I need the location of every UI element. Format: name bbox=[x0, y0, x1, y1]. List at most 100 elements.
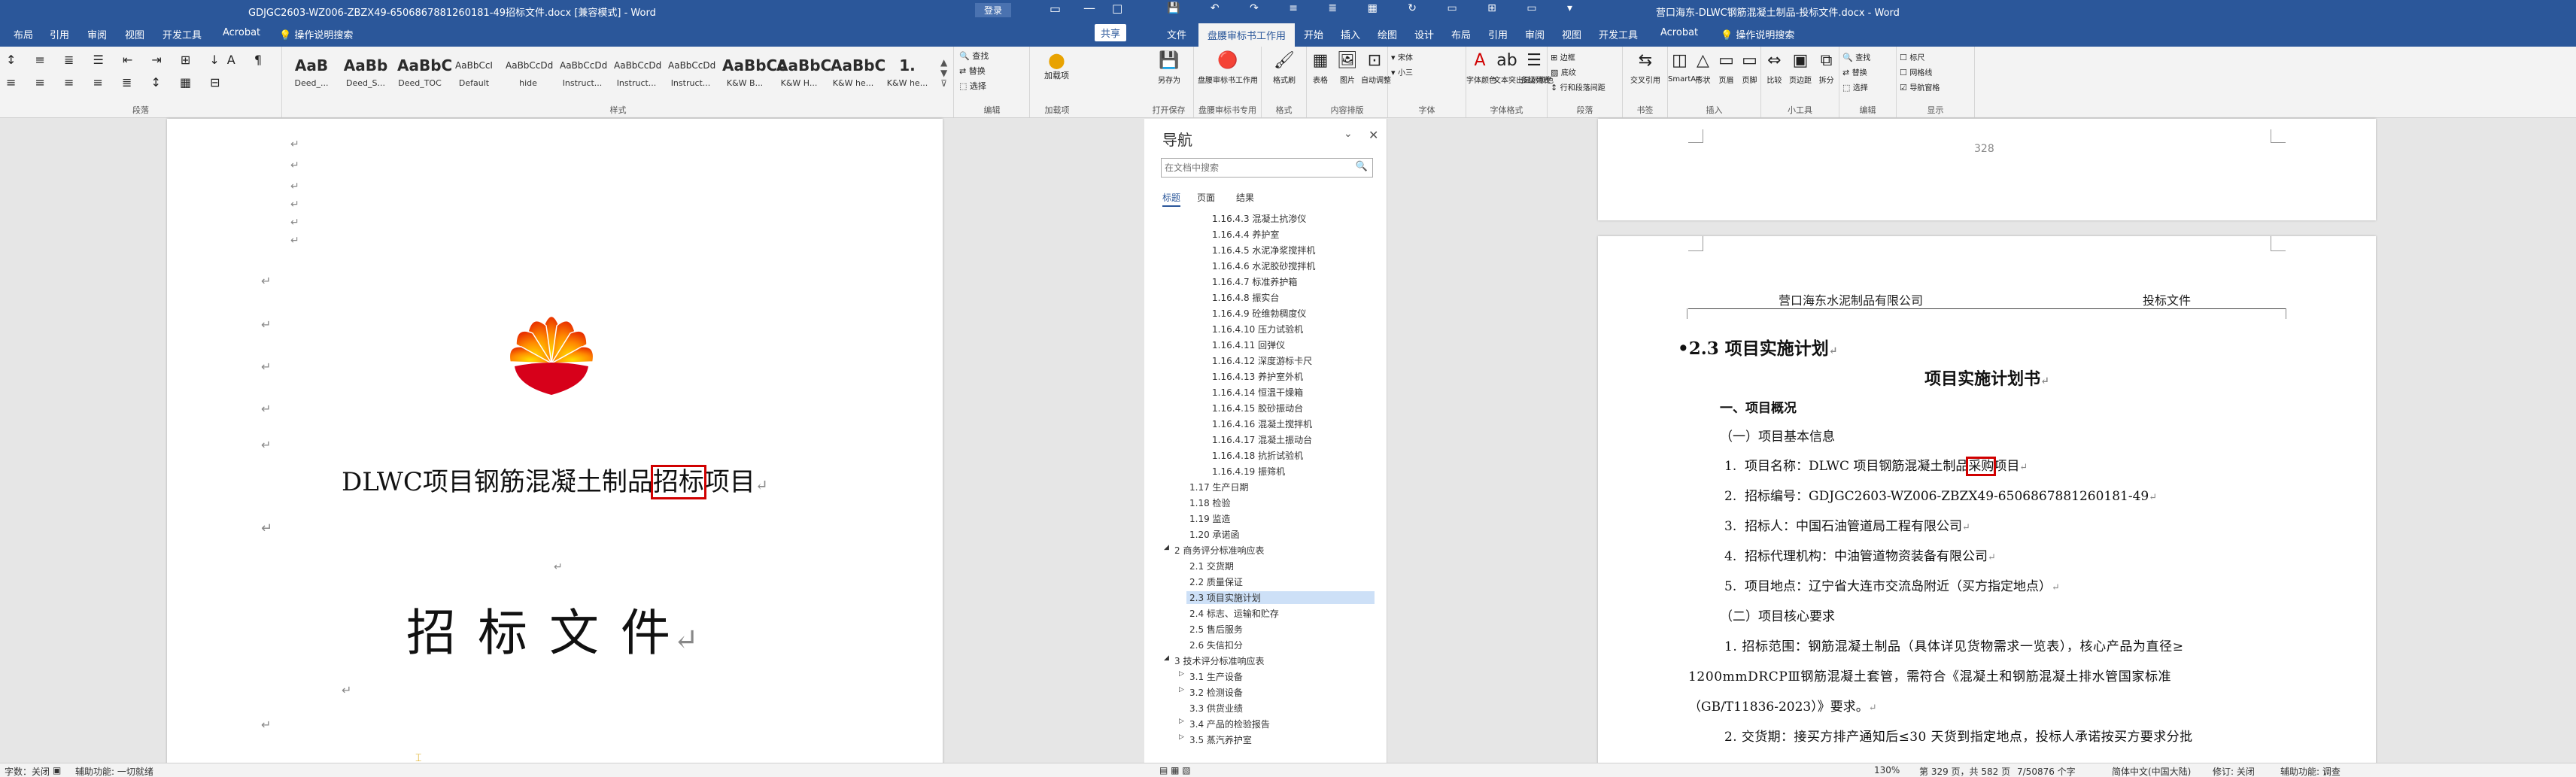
maximize-icon[interactable]: □ bbox=[1112, 2, 1122, 15]
expand-chevron-icon[interactable]: ◢ bbox=[1164, 654, 1169, 662]
nav-search-box[interactable]: 🔍 bbox=[1161, 158, 1373, 178]
tab-custom-review[interactable]: 盘腰审标书工作用 bbox=[1198, 23, 1296, 47]
char-count-status[interactable]: 7/50876 个字 bbox=[2017, 765, 2076, 777]
tab-acrobat[interactable]: Acrobat bbox=[1656, 27, 1703, 38]
ribbon-button[interactable]: ▨ 底纹 bbox=[1551, 66, 1576, 77]
nav-heading-item[interactable]: 1.16.4.12 深度游标卡尺 bbox=[1212, 354, 1312, 367]
styles-more-icon[interactable]: ▲ ▼ ⊽ bbox=[940, 57, 947, 89]
nav-search-input[interactable] bbox=[1165, 159, 1345, 176]
ribbon-button[interactable]: ⇄ 替换 bbox=[1842, 66, 1867, 77]
ribbon-button[interactable]: ▭ 页眉 bbox=[1715, 51, 1738, 85]
proofing-icon[interactable]: ▣ bbox=[53, 765, 61, 775]
tab-layout[interactable]: 布局 bbox=[1447, 27, 1475, 41]
tab-home[interactable]: 开始 bbox=[1299, 27, 1328, 41]
ribbon-button[interactable]: ☑ 导航窗格 bbox=[1900, 81, 1940, 93]
nav-heading-item[interactable]: 1.16.4.11 回弹仪 bbox=[1212, 338, 1285, 351]
tab-draw[interactable]: 绘图 bbox=[1373, 27, 1402, 41]
ribbon-button[interactable]: ☐ 标尺 bbox=[1900, 51, 1924, 62]
search-icon[interactable]: 🔍 bbox=[1356, 161, 1368, 172]
ribbon-button[interactable]: ▾ 宋体 bbox=[1391, 51, 1413, 62]
tab-view[interactable]: 视图 bbox=[1557, 27, 1586, 41]
tab-review[interactable]: 审阅 bbox=[83, 27, 111, 41]
zoom-level[interactable]: 130% bbox=[1874, 765, 1900, 775]
track-changes-status[interactable]: 修订: 关闭 bbox=[2213, 765, 2255, 777]
ribbon-button[interactable]: 🖌 格式刷 bbox=[1262, 51, 1307, 85]
tell-me-search[interactable]: 💡 操作说明搜索 bbox=[1716, 27, 1799, 41]
tab-file[interactable]: 文件 bbox=[1162, 27, 1191, 41]
word-count-status[interactable]: 字数：关闭 bbox=[5, 765, 50, 777]
ribbon-button[interactable]: ⧉ 拆分 bbox=[1813, 51, 1839, 85]
ribbon-button[interactable]: 🖼 图片 bbox=[1334, 51, 1361, 85]
nav-heading-item[interactable]: 1.19 监造 bbox=[1189, 512, 1231, 525]
nav-heading-item[interactable]: 1.16.4.6 水泥胶砂搅拌机 bbox=[1212, 260, 1315, 272]
accessibility-status[interactable]: 辅助功能: 一切就绪 bbox=[75, 765, 153, 777]
accessibility-status[interactable]: 辅助功能: 调查 bbox=[2280, 765, 2341, 777]
style-gallery-item[interactable]: AaBbCcDd hide bbox=[506, 53, 553, 99]
ribbon-button[interactable]: ☐ 网格线 bbox=[1900, 66, 1932, 77]
nav-heading-item[interactable]: 2.2 质量保证 bbox=[1189, 575, 1243, 588]
ribbon-button[interactable]: ⬚ 选择 bbox=[1842, 81, 1868, 93]
nav-heading-item[interactable]: 1.16.4.5 水泥净浆搅拌机 bbox=[1212, 244, 1315, 256]
nav-heading-item[interactable]: 1.16.4.9 砼维勃稠度仪 bbox=[1212, 307, 1306, 320]
style-gallery-item[interactable]: AaBbCcI Default bbox=[451, 53, 497, 99]
nav-close-icon[interactable]: ✕ bbox=[1368, 128, 1378, 142]
nav-heading-item[interactable]: 1.16.4.4 养护室 bbox=[1212, 228, 1279, 241]
ribbon-button[interactable]: 💾 另存为 bbox=[1144, 51, 1194, 85]
ribbon-button[interactable]: A 字体颜色 bbox=[1466, 51, 1496, 85]
addin-button[interactable]: ⬤ 加载项 bbox=[1044, 51, 1069, 81]
replace-button[interactable]: ⇄ 替换 bbox=[959, 65, 986, 77]
style-gallery-item[interactable]: AaBbCcDd Instruct... bbox=[614, 53, 661, 99]
expand-chevron-icon[interactable]: ▷ bbox=[1179, 670, 1184, 678]
nav-heading-item[interactable]: 2.4 标志、运输和贮存 bbox=[1189, 607, 1279, 620]
ribbon-button[interactable]: ▦ 表格 bbox=[1307, 51, 1334, 85]
style-gallery-item[interactable]: 1. K&W he... bbox=[885, 53, 930, 99]
ribbon-button[interactable]: ⊞ 边框 bbox=[1551, 51, 1575, 62]
nav-heading-item[interactable]: 3 技术评分标准响应表 bbox=[1174, 654, 1264, 667]
select-button[interactable]: ⬚ 选择 bbox=[959, 80, 986, 92]
tell-me-search[interactable]: 💡 操作说明搜索 bbox=[275, 27, 357, 41]
nav-heading-item[interactable]: 3.4 产品的检验报告 bbox=[1189, 718, 1270, 730]
expand-chevron-icon[interactable]: ▷ bbox=[1179, 686, 1184, 694]
ribbon-button[interactable]: ▾ 小三 bbox=[1391, 66, 1413, 77]
ribbon-button[interactable]: ab 文本突出显示颜色 bbox=[1493, 51, 1554, 85]
paragraph-tools-row1[interactable]: ↕ ≡ ≣ ☰ ⇤ ⇥ ⊞ ↓A ¶ bbox=[6, 53, 269, 67]
expand-chevron-icon[interactable]: ▷ bbox=[1179, 733, 1184, 741]
nav-heading-item[interactable]: 1.16.4.17 混凝土振动台 bbox=[1212, 433, 1312, 446]
ribbon-button[interactable]: 🔍 查找 bbox=[1842, 51, 1870, 62]
nav-heading-item[interactable]: 1.16.4.13 养护室外机 bbox=[1212, 370, 1303, 383]
nav-heading-item[interactable]: 1.16.4.7 标准养护箱 bbox=[1212, 275, 1297, 288]
nav-heading-item[interactable]: 2.1 交货期 bbox=[1189, 560, 1234, 572]
nav-tab-headings[interactable]: 标题 bbox=[1162, 191, 1181, 207]
share-button[interactable]: 共享 bbox=[1095, 24, 1127, 41]
quick-access-toolbar[interactable]: 💾 ↶ ↷ ≡ ≣ ▦ ↻ ▭ ⊞ ▭ ▾ bbox=[1167, 2, 1586, 14]
nav-options-icon[interactable]: ⌄ bbox=[1344, 128, 1353, 140]
left-document-page[interactable]: ↵ ↵ ↵ ↵ ↵ ↵ ↵ ↵ ↵ ↵ ↵ DLWC项目钢筋混凝土制品招标项目↵… bbox=[167, 119, 943, 766]
tab-design[interactable]: 设计 bbox=[1410, 27, 1438, 41]
nav-heading-item[interactable]: 1.16.4.14 恒温干燥箱 bbox=[1212, 386, 1303, 399]
nav-tab-pages[interactable]: 页面 bbox=[1197, 191, 1215, 204]
expand-chevron-icon[interactable]: ▷ bbox=[1179, 718, 1184, 725]
ribbon-button[interactable]: ▣ 页边距 bbox=[1788, 51, 1814, 85]
tab-references[interactable]: 引用 bbox=[45, 27, 74, 41]
minimize-icon[interactable]: — bbox=[1083, 1, 1095, 15]
document-scroll-area[interactable]: 328 营口海东水泥制品有限公司 投标文件 •2.3 项目实施计划↵ 项目实施计… bbox=[1387, 119, 2576, 777]
style-gallery-item[interactable]: AaBbCc K&W B... bbox=[722, 53, 786, 99]
nav-heading-item[interactable]: 1.16.4.3 混凝土抗渗仪 bbox=[1212, 212, 1306, 225]
tab-review[interactable]: 审阅 bbox=[1520, 27, 1549, 41]
signin-button[interactable]: 登录 bbox=[975, 3, 1012, 17]
nav-heading-item[interactable]: 2.5 售后服务 bbox=[1189, 623, 1243, 636]
ribbon-button[interactable]: ▭ 页脚 bbox=[1738, 51, 1761, 85]
tab-layout[interactable]: 布局 bbox=[9, 27, 38, 41]
ribbon-button[interactable]: ↕ 行和段落间距 bbox=[1551, 81, 1605, 93]
tab-references[interactable]: 引用 bbox=[1484, 27, 1512, 41]
style-gallery-item[interactable]: AaBbC Deed_TOC bbox=[397, 53, 452, 99]
language-status[interactable]: 简体中文(中国大陆) bbox=[2112, 765, 2191, 777]
nav-heading-item[interactable]: 1.18 检验 bbox=[1189, 496, 1231, 509]
nav-heading-item[interactable]: 1.16.4.10 压力试验机 bbox=[1212, 323, 1303, 335]
ribbon-button[interactable]: ⊡ 自动调整 bbox=[1361, 51, 1391, 85]
tab-view[interactable]: 视图 bbox=[120, 27, 149, 41]
ribbon-button[interactable]: ◫ SmartArt bbox=[1668, 51, 1702, 83]
page-count-status[interactable]: 第 329 页，共 582 页 bbox=[1919, 765, 2010, 777]
nav-heading-item[interactable]: 3.3 供货业绩 bbox=[1189, 702, 1243, 715]
nav-heading-item[interactable]: 3.5 蒸汽养护室 bbox=[1189, 733, 1252, 746]
